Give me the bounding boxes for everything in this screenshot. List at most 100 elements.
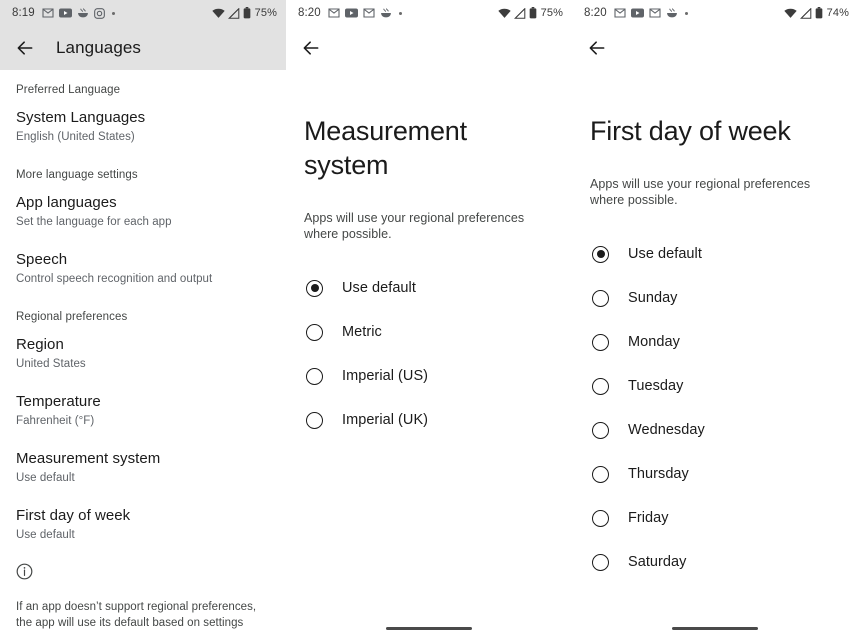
list-item-speech[interactable]: Speech Control speech recognition and ou… — [0, 244, 286, 293]
page-description: Apps will use your regional preferences … — [590, 177, 811, 207]
battery-percent-label: 75% — [540, 7, 563, 19]
radio-option-tuesday[interactable]: Tuesday — [590, 364, 840, 408]
radio-option-label: Thursday — [628, 466, 689, 482]
radio-option-label: Wednesday — [628, 422, 705, 438]
list-item-region[interactable]: Region United States — [0, 329, 286, 378]
list-item-subtitle: Use default — [16, 472, 75, 484]
battery-icon — [243, 7, 251, 19]
list-item-title: Measurement system — [16, 450, 161, 467]
radio-button-icon[interactable] — [592, 333, 609, 351]
gesture-handle[interactable] — [386, 627, 472, 630]
gesture-navigation-bar[interactable] — [286, 627, 572, 630]
back-arrow-icon — [589, 41, 605, 55]
status-bar-left: 8:20 — [298, 7, 498, 19]
measurement-system-body: Measurement system Apps will use your re… — [286, 114, 572, 442]
radio-button-icon[interactable] — [592, 553, 609, 571]
battery-percent-label: 75% — [254, 7, 277, 19]
list-item-system-languages[interactable]: System Languages English (United States) — [0, 102, 286, 151]
radio-option-friday[interactable]: Friday — [590, 496, 840, 540]
section-header-more-language-settings: More language settings — [16, 169, 138, 181]
radio-option-label: Metric — [342, 324, 382, 340]
first-day-of-week-radio-group: Use default Sunday Monday Tuesday Wednes… — [590, 232, 840, 584]
battery-percent-label: 74% — [826, 7, 849, 19]
radio-option-monday[interactable]: Monday — [590, 320, 840, 364]
youtube-icon — [58, 8, 72, 18]
radio-option-sunday[interactable]: Sunday — [590, 276, 840, 320]
food-icon — [77, 7, 89, 19]
section-header-regional-preferences: Regional preferences — [16, 311, 128, 323]
status-bar: 8:20 — [572, 0, 858, 26]
list-item-title: Temperature — [16, 393, 101, 410]
youtube-icon — [630, 8, 644, 18]
list-item-measurement-system[interactable]: Measurement system Use default — [0, 443, 286, 492]
radio-button-icon[interactable] — [306, 411, 323, 429]
youtube-icon — [344, 8, 358, 18]
gesture-handle[interactable] — [672, 627, 758, 630]
gmail-icon — [42, 8, 54, 18]
gesture-navigation-bar[interactable] — [572, 627, 858, 630]
status-bar-clock: 8:19 — [12, 7, 35, 19]
food-icon — [380, 7, 392, 19]
page-title: Languages — [56, 38, 142, 57]
food-icon — [666, 7, 678, 19]
section-header-preferred-language: Preferred Language — [16, 84, 121, 96]
cell-signal-icon — [799, 7, 812, 19]
status-bar-left: 8:20 — [584, 7, 784, 19]
list-item-temperature[interactable]: Temperature Fahrenheit (°F) — [0, 386, 286, 435]
list-item-subtitle: Use default — [16, 529, 75, 541]
status-bar-clock: 8:20 — [584, 7, 607, 19]
list-item-title: First day of week — [16, 507, 131, 524]
list-item-first-day-of-week[interactable]: First day of week Use default — [0, 500, 286, 549]
radio-option-saturday[interactable]: Saturday — [590, 540, 840, 584]
list-item-subtitle: Set the language for each app — [16, 216, 172, 228]
cell-signal-icon — [513, 7, 526, 19]
radio-option-wednesday[interactable]: Wednesday — [590, 408, 840, 452]
radio-option-use-default[interactable]: Use default — [590, 232, 840, 276]
status-bar-right: 74% — [783, 7, 849, 19]
radio-option-imperial-us[interactable]: Imperial (US) — [304, 354, 554, 398]
more-dot-icon — [398, 11, 402, 15]
battery-icon — [815, 7, 823, 19]
panel-first-day-of-week: 8:20 74% First day of week Apps will use… — [572, 0, 858, 644]
back-arrow-icon — [17, 41, 33, 55]
radio-option-thursday[interactable]: Thursday — [590, 452, 840, 496]
radio-option-use-default[interactable]: Use default — [304, 266, 554, 310]
list-item-title: Speech — [16, 251, 68, 268]
radio-button-icon[interactable] — [592, 289, 609, 307]
radio-option-label: Tuesday — [628, 378, 684, 394]
radio-button-icon[interactable] — [592, 509, 609, 527]
radio-button-icon[interactable] — [592, 421, 609, 439]
radio-button-icon[interactable] — [592, 465, 609, 483]
list-item-subtitle: United States — [16, 358, 86, 370]
radio-option-metric[interactable]: Metric — [304, 310, 554, 354]
radio-button-selected-icon[interactable] — [592, 245, 609, 263]
radio-button-selected-icon[interactable] — [306, 279, 323, 297]
status-bar-clock: 8:20 — [298, 7, 321, 19]
instagram-icon — [93, 7, 105, 19]
list-item-title: App languages — [16, 194, 117, 211]
back-button[interactable] — [298, 35, 324, 61]
radio-button-icon[interactable] — [306, 323, 323, 341]
footnote-text: If an app doesn’t support regional prefe… — [16, 601, 257, 629]
settings-list: Preferred Language System Languages Engl… — [0, 70, 286, 631]
more-dot-icon — [111, 11, 115, 15]
wifi-icon — [783, 8, 797, 19]
page-title: Measurement system — [304, 116, 467, 180]
first-day-of-week-body: First day of week Apps will use your reg… — [572, 114, 858, 584]
list-item-title: System Languages — [16, 109, 146, 126]
list-item-app-languages[interactable]: App languages Set the language for each … — [0, 187, 286, 236]
panel-languages: 8:19 75% Languages Preferred Language Sy… — [0, 0, 286, 644]
radio-option-imperial-uk[interactable]: Imperial (UK) — [304, 398, 554, 442]
back-button[interactable] — [584, 35, 610, 61]
regional-preferences-footnote: If an app doesn’t support regional prefe… — [0, 563, 286, 631]
radio-button-icon[interactable] — [306, 367, 323, 385]
back-button[interactable] — [12, 35, 38, 61]
gmail-icon — [649, 8, 661, 18]
app-bar-first-day-of-week — [572, 26, 858, 70]
status-bar-right: 75% — [211, 7, 277, 19]
radio-button-icon[interactable] — [592, 377, 609, 395]
